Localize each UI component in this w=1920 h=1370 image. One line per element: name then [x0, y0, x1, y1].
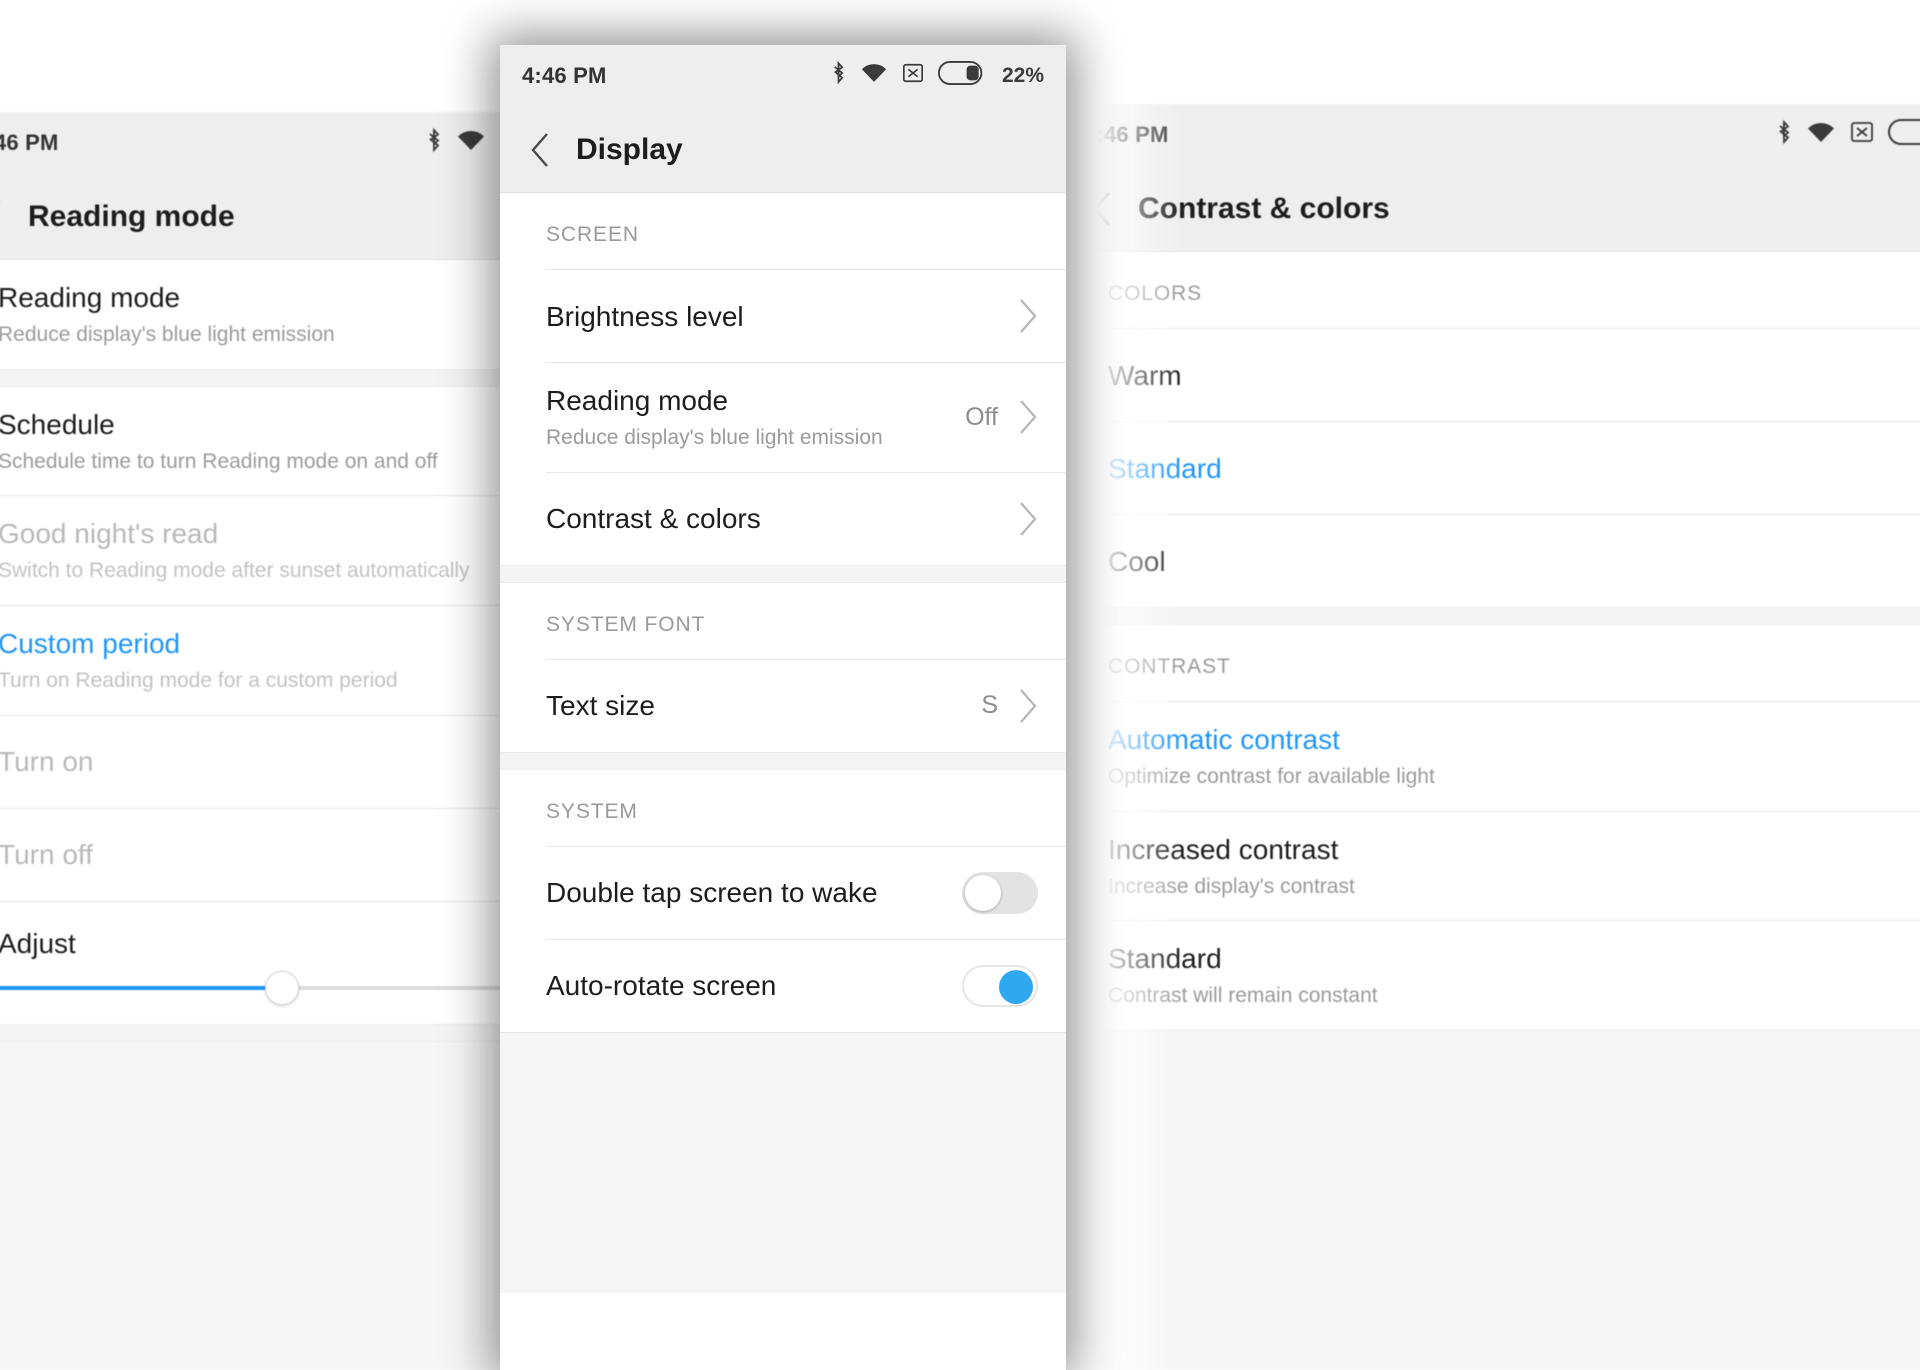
text-size-value: S [981, 691, 998, 720]
row-title: Standard [1108, 452, 1222, 484]
adjust-label: Adjust [0, 927, 76, 959]
chevron-right-icon [1016, 688, 1038, 724]
battery-icon [937, 61, 986, 91]
row-subtitle: Contrast will remain constant [1108, 984, 1378, 1008]
panel-filler [500, 1032, 1066, 1293]
page-title: Display [576, 132, 683, 166]
section-gap [500, 751, 1066, 770]
screen-section: SCREEN Brightness level Reading mode Red… [500, 193, 1066, 565]
bluetooth-icon [1776, 119, 1792, 151]
row-title: Turn off [0, 839, 93, 871]
system-section: SYSTEM Double tap screen to wake Auto-ro… [500, 770, 1066, 1033]
status-time: 4:46 PM [1084, 122, 1169, 147]
page-title: Reading mode [28, 199, 235, 233]
display-settings-panel: 4:46 PM 22% Display SCREEN Brightness le… [500, 45, 1066, 1370]
adjust-slider-thumb[interactable] [265, 970, 299, 1005]
contrast-section: CONTRAST Automatic contrast Optimize con… [1062, 625, 1920, 1032]
row-title: Turn on [0, 746, 94, 778]
row-subtitle: Schedule time to turn Reading mode on an… [0, 449, 438, 473]
status-bar: 4:46 PM [1062, 104, 1920, 166]
section-header-colors: COLORS [1108, 282, 1203, 305]
bluetooth-icon [426, 127, 442, 159]
section-header-system-font: SYSTEM FONT [546, 612, 706, 636]
row-subtitle: Turn on Reading mode for a custom period [0, 669, 398, 693]
row-title: Schedule [0, 408, 115, 440]
row-title: Standard [1108, 943, 1222, 975]
list-item-brightness-level[interactable]: Brightness level [500, 270, 1066, 362]
row-title: Warm [1108, 359, 1182, 391]
list-item-cool[interactable]: Cool [1062, 515, 1920, 607]
chevron-right-icon [1016, 298, 1038, 334]
system-font-section: SYSTEM FONT Text size S [500, 583, 1066, 752]
row-subtitle: Reduce display's blue light emission [546, 426, 883, 449]
contrast-colors-panel: 4:46 PM Contrast & colors COLORS Warm St… [1062, 104, 1920, 1370]
row-title: Automatic contrast [1108, 724, 1340, 755]
app-bar: Contrast & colors [1062, 166, 1920, 252]
status-icons [1776, 119, 1920, 151]
row-title: Reading mode [0, 282, 181, 313]
row-title: Increased contrast [1108, 833, 1339, 865]
row-title: Text size [546, 690, 655, 722]
reading-mode-value: Off [965, 402, 998, 431]
section-gap [1062, 607, 1920, 625]
page-title: Contrast & colors [1138, 191, 1390, 225]
row-title: Cool [1108, 545, 1166, 577]
row-title: Brightness level [546, 300, 744, 332]
wifi-icon [456, 129, 486, 158]
back-icon[interactable] [1090, 189, 1116, 229]
chevron-right-icon [1016, 501, 1038, 537]
status-time: 4:46 PM [0, 130, 59, 155]
status-icons: 22% [831, 60, 1044, 91]
row-subtitle: Increase display's contrast [1108, 874, 1355, 898]
wifi-icon [860, 62, 888, 90]
section-gap [500, 564, 1066, 583]
row-title: Custom period [0, 628, 181, 660]
list-item-standard-contrast[interactable]: Standard Contrast will remain constant [1062, 921, 1920, 1030]
adjust-slider-track[interactable] [0, 970, 566, 1005]
app-bar: Display [500, 107, 1066, 193]
panel-filler [1062, 1031, 1920, 1370]
section-header-system: SYSTEM [546, 799, 638, 823]
bluetooth-icon [831, 60, 846, 91]
section-header-screen: SCREEN [546, 223, 639, 246]
list-item-auto-rotate-screen[interactable]: Auto-rotate screen [500, 940, 1066, 1032]
chevron-right-icon [1016, 399, 1038, 435]
adjust-slider-fill [0, 985, 282, 990]
auto-rotate-toggle[interactable] [962, 964, 1038, 1007]
row-title: Double tap screen to wake [546, 877, 878, 909]
back-icon[interactable] [0, 197, 6, 237]
list-item-standard-color[interactable]: Standard [1062, 422, 1920, 514]
row-title: Good night's read [0, 518, 219, 550]
row-title: Contrast & colors [546, 503, 761, 535]
battery-icon [1888, 119, 1920, 151]
status-time: 4:46 PM [522, 63, 607, 88]
wifi-icon [1806, 121, 1836, 150]
back-icon[interactable] [528, 130, 554, 170]
no-sim-icon [902, 62, 924, 90]
list-item-warm[interactable]: Warm [1062, 329, 1920, 421]
status-bar: 4:46 PM 22% [500, 45, 1066, 107]
row-title: Auto-rotate screen [546, 970, 777, 1002]
row-subtitle: Optimize contrast for available light [1108, 765, 1435, 788]
battery-percent: 22% [1001, 64, 1044, 87]
colors-section: COLORS Warm Standard Cool [1062, 252, 1920, 607]
list-item-contrast-colors[interactable]: Contrast & colors [500, 473, 1066, 565]
list-item-increased-contrast[interactable]: Increased contrast Increase display's co… [1062, 812, 1920, 921]
row-subtitle: Switch to Reading mode after sunset auto… [0, 559, 470, 583]
row-title: Reading mode [546, 385, 729, 416]
double-tap-toggle[interactable] [962, 871, 1038, 914]
row-subtitle: Reduce display's blue light emission [0, 323, 335, 346]
list-item-text-size[interactable]: Text size S [500, 660, 1066, 752]
no-sim-icon [1850, 120, 1874, 150]
list-item-reading-mode[interactable]: Reading mode Reduce display's blue light… [500, 363, 1066, 472]
list-item-double-tap-to-wake[interactable]: Double tap screen to wake [500, 847, 1066, 939]
list-item-automatic-contrast[interactable]: Automatic contrast Optimize contrast for… [1062, 702, 1920, 811]
section-header-contrast: CONTRAST [1108, 655, 1231, 678]
